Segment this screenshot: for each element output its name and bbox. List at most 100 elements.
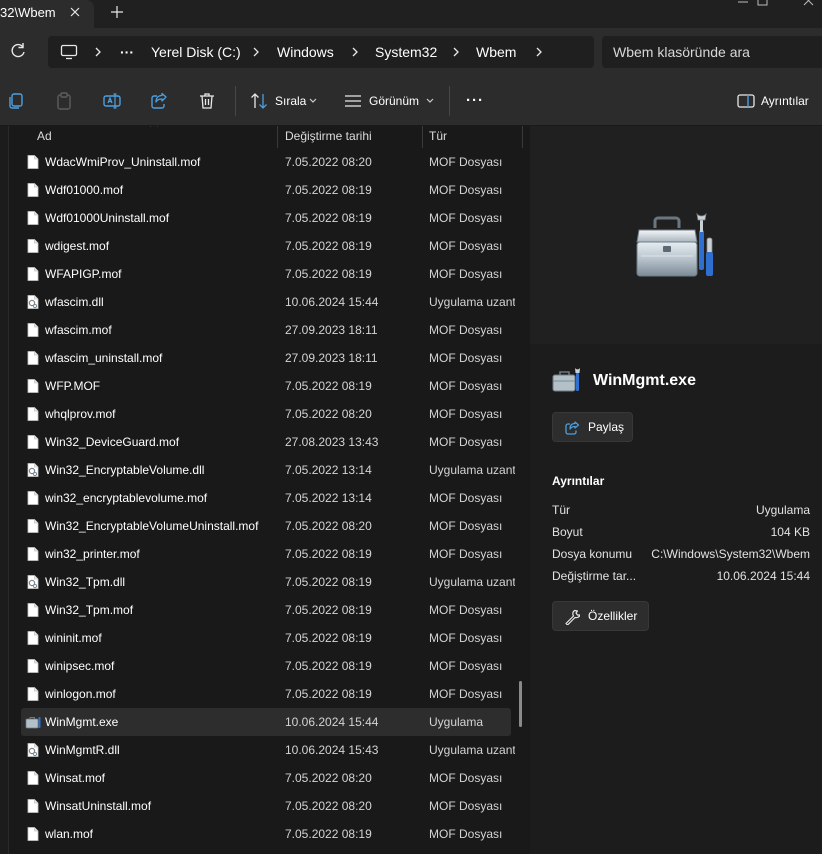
table-row[interactable]: Win32_EncryptableVolumeUninstall.mof 7.05… (21, 512, 511, 540)
column-divider[interactable] (522, 126, 523, 148)
details-pane: WinMgmt.exe Paylaş Ayrıntılar Tür Uygula… (530, 126, 822, 854)
mof-file-icon (25, 266, 41, 282)
details-pane-icon[interactable] (736, 91, 756, 111)
delete-icon[interactable] (197, 91, 217, 111)
table-row[interactable]: win32_encryptablevolume.mof 7.05.2022 13:… (21, 484, 511, 512)
table-row[interactable]: Wdf01000.mof 7.05.2022 08:19 MOF Dosyası (21, 176, 511, 204)
file-modified-date: 10.06.2024 15:44 (285, 295, 379, 309)
file-name: wininit.mof (45, 631, 102, 645)
table-row[interactable]: WinsatUninstall.mof 7.05.2022 08:20 MOF Do… (21, 792, 511, 820)
file-name: Wdf01000.mof (45, 183, 124, 197)
column-header-name[interactable]: Ad (37, 126, 52, 148)
table-row[interactable]: WinMgmtR.dll 10.06.2024 15:43 Uygulama uza… (21, 736, 515, 764)
breadcrumb-wbem[interactable]: Wbem (476, 36, 516, 68)
file-type: MOF Dosyası (429, 323, 503, 337)
close-tab-icon[interactable] (66, 3, 84, 21)
breadcrumb-windows[interactable]: Windows (277, 36, 334, 68)
column-divider[interactable] (277, 126, 278, 148)
breadcrumb-system32[interactable]: System32 (375, 36, 437, 68)
share-icon[interactable] (149, 91, 169, 111)
chevron-right-icon[interactable] (92, 46, 104, 58)
file-modified-date: 7.05.2022 08:19 (285, 827, 372, 841)
chevron-right-icon[interactable] (450, 46, 462, 58)
table-row[interactable]: Win32_EncryptableVolume.dll 7.05.2022 13:… (21, 456, 515, 484)
table-row[interactable]: Wdf01000Uninstall.mof 7.05.2022 08:19 MOF … (21, 204, 511, 232)
this-pc-icon[interactable] (60, 44, 78, 60)
file-name: WinMgmtR.dll (45, 743, 120, 757)
table-row[interactable]: WFP.MOF 7.05.2022 08:19 MOF Dosyası (21, 372, 511, 400)
details-button[interactable]: Ayrıntılar (761, 76, 809, 126)
exe-toolbox-icon (552, 368, 580, 392)
column-divider[interactable] (422, 126, 423, 148)
mof-file-icon (25, 182, 41, 198)
copy-icon[interactable] (6, 91, 26, 111)
exe-toolbox-icon (25, 714, 41, 730)
refresh-icon[interactable] (8, 41, 28, 61)
table-row[interactable]: win32_printer.mof 7.05.2022 08:19 MOF Dosy… (21, 540, 511, 568)
file-type: MOF Dosyası (429, 519, 503, 533)
table-row[interactable]: wlan.mof 7.05.2022 08:19 MOF Dosyası (21, 820, 511, 848)
vertical-scrollbar[interactable] (519, 681, 522, 727)
file-modified-date: 7.05.2022 08:19 (285, 687, 372, 701)
file-modified-date: 10.06.2024 15:43 (285, 743, 379, 757)
breadcrumb-local-disk[interactable]: Yerel Disk (C:) (151, 36, 241, 68)
table-row[interactable]: WFAPIGP.mof 7.05.2022 08:19 MOF Dosyası (21, 260, 511, 288)
minimize-icon[interactable] (734, 0, 752, 8)
table-row[interactable]: Win32_Tpm.dll 7.05.2022 08:19 Uygulama uza… (21, 568, 515, 596)
toolbar-separator (449, 86, 450, 116)
breadcrumb-overflow[interactable]: ··· (120, 36, 134, 68)
table-row[interactable]: wfascim.mof 27.09.2023 18:11 MOF Dosyası (21, 316, 511, 344)
file-modified-date: 7.05.2022 08:20 (285, 519, 372, 533)
chevron-down-icon[interactable] (425, 97, 435, 105)
chevron-down-icon[interactable] (308, 97, 318, 105)
table-row[interactable]: whqlprov.mof 7.05.2022 08:20 MOF Dosyası (21, 400, 511, 428)
table-row[interactable]: wfascim.dll 10.06.2024 15:44 Uygulama uzan… (21, 288, 515, 316)
search-input[interactable]: Wbem klasöründe ara (602, 36, 822, 68)
file-modified-date: 27.08.2023 13:43 (285, 435, 379, 449)
chevron-right-icon[interactable] (533, 46, 545, 58)
new-tab-icon[interactable] (108, 3, 126, 21)
table-row[interactable]: wfascim_uninstall.mof 27.09.2023 18:11 MOF… (21, 344, 511, 372)
table-row-selected[interactable]: WinMgmt.exe 10.06.2024 15:44 Uygulama (21, 708, 511, 736)
sort-icon[interactable] (249, 91, 269, 111)
navigation-pane[interactable] (0, 126, 8, 854)
table-row[interactable]: Win32_Tpm.mof 7.05.2022 08:19 MOF Dosyası (21, 596, 511, 624)
mof-file-icon (25, 686, 41, 702)
table-row[interactable]: winlogon.mof 7.05.2022 08:19 MOF Dosyası (21, 680, 511, 708)
sort-button[interactable]: Sırala (275, 76, 306, 126)
paste-icon[interactable] (54, 91, 74, 111)
column-header-modified[interactable]: Değiştirme tarihi (285, 126, 372, 148)
explorer-tab[interactable]: 32\Wbem (0, 0, 94, 28)
breadcrumb[interactable]: ··· Yerel Disk (C:) Windows System32 Wbe… (48, 36, 594, 68)
property-value: 10.06.2024 15:44 (716, 569, 810, 583)
file-type: MOF Dosyası (429, 659, 503, 673)
more-options-button[interactable]: ··· (466, 76, 484, 126)
file-name: WinsatUninstall.mof (45, 799, 152, 813)
view-button[interactable]: Görünüm (369, 76, 419, 126)
table-row[interactable]: WdacWmiProv_Uninstall.mof 7.05.2022 08:20… (21, 148, 511, 176)
table-row[interactable]: winipsec.mof 7.05.2022 08:19 MOF Dosyası (21, 652, 511, 680)
file-list[interactable]: Ad Değiştirme tarihi Tür WdacWmiProv_Uni… (9, 126, 526, 854)
file-type: MOF Dosyası (429, 603, 503, 617)
table-row[interactable]: wininit.mof 7.05.2022 08:19 MOF Dosyası (21, 624, 511, 652)
file-type: MOF Dosyası (429, 239, 503, 253)
view-icon[interactable] (343, 91, 363, 111)
share-button[interactable]: Paylaş (552, 412, 633, 442)
file-name: wfascim.dll (45, 295, 104, 309)
maximize-icon[interactable] (754, 0, 772, 8)
mof-file-icon (25, 406, 41, 422)
close-window-icon[interactable] (800, 0, 818, 8)
file-name: Win32_Tpm.dll (45, 575, 126, 589)
column-header-type[interactable]: Tür (429, 126, 447, 148)
rename-icon[interactable] (102, 91, 122, 111)
mof-file-icon (25, 322, 41, 338)
chevron-right-icon[interactable] (250, 46, 262, 58)
table-row[interactable]: wdigest.mof 7.05.2022 08:19 MOF Dosyası (21, 232, 511, 260)
table-row[interactable]: Win32_DeviceGuard.mof 27.08.2023 13:43 MOF… (21, 428, 511, 456)
chevron-right-icon[interactable] (349, 46, 361, 58)
share-label: Paylaş (588, 420, 625, 434)
file-modified-date: 7.05.2022 08:19 (285, 547, 372, 561)
table-row[interactable]: Winsat.mof 7.05.2022 08:20 MOF Dosyası (21, 764, 511, 792)
properties-button[interactable]: Özellikler (552, 601, 649, 631)
file-name: wfascim_uninstall.mof (45, 351, 163, 365)
